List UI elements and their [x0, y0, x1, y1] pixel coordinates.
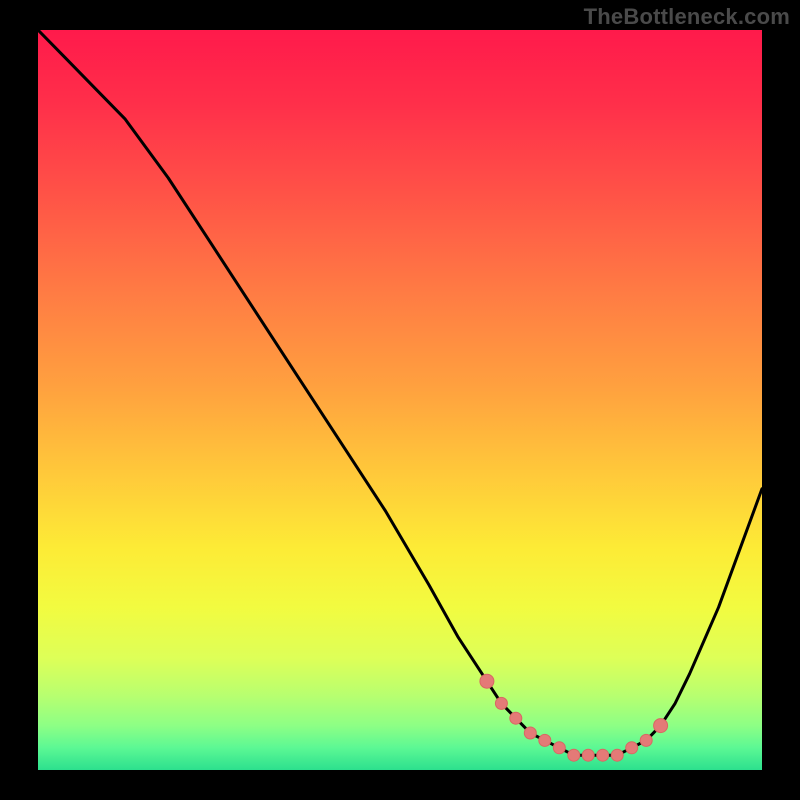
bottleneck-curve [38, 30, 762, 755]
curve-marker [654, 719, 668, 733]
curve-marker [539, 734, 551, 746]
curve-marker [553, 742, 565, 754]
curve-marker [568, 749, 580, 761]
curve-marker [640, 734, 652, 746]
curve-marker [582, 749, 594, 761]
curve-marker [480, 674, 494, 688]
curve-marker [597, 749, 609, 761]
curve-marker [611, 749, 623, 761]
curve-marker [524, 727, 536, 739]
watermark-text: TheBottleneck.com [584, 4, 790, 30]
chart-svg [38, 30, 762, 770]
plot-area [38, 30, 762, 770]
curve-marker [510, 712, 522, 724]
curve-marker [626, 742, 638, 754]
marker-group [480, 674, 668, 761]
chart-frame: TheBottleneck.com [0, 0, 800, 800]
curve-marker [495, 697, 507, 709]
